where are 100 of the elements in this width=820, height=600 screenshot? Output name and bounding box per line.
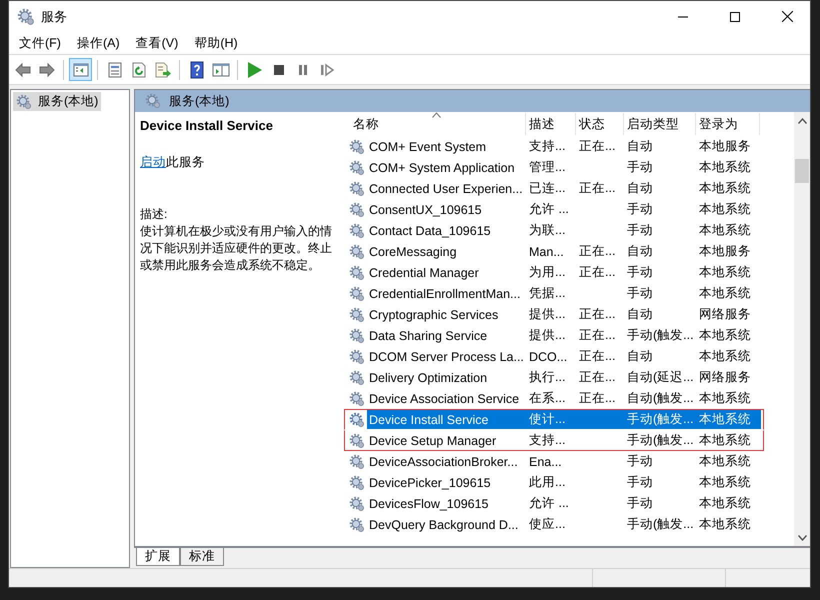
table-cell: Device Install Service <box>369 412 488 426</box>
table-cell: 正在... <box>579 328 616 342</box>
tab[interactable]: 扩展 <box>136 548 180 566</box>
gear-icon <box>145 93 161 109</box>
menu-item[interactable]: 查看(V) <box>128 34 186 52</box>
close-icon <box>782 11 792 22</box>
table-cell: 此用... <box>529 475 566 489</box>
column-header[interactable]: 登录为 <box>696 113 760 135</box>
table-cell: 正在... <box>579 349 616 363</box>
table-cell: 本地系统 <box>699 454 751 468</box>
console-tree-button[interactable] <box>69 58 92 81</box>
table-row[interactable]: COM+ System Application 管理... 手动 本地系统 <box>367 158 761 177</box>
table-cell: Device Association Service <box>369 392 520 406</box>
table-cell: DeviceAssociationBroker... <box>369 454 518 468</box>
table-cell: 本地系统 <box>699 496 751 510</box>
table-row[interactable]: CredentialEnrollmentMan... 凭据... 手动 本地系统 <box>367 284 761 303</box>
table-cell: Credential Manager <box>369 266 479 280</box>
table-cell: 自动 <box>627 349 653 363</box>
table-cell: 手动 <box>627 223 653 237</box>
table-cell: 支持... <box>529 433 566 447</box>
table-cell: COM+ Event System <box>369 140 486 154</box>
table-cell: 正在... <box>579 370 616 384</box>
table-cell: 在系... <box>529 391 566 405</box>
table-cell: 执行... <box>529 370 566 384</box>
gear-icon <box>16 94 32 110</box>
table-row[interactable]: Credential Manager 为用... 正在... 手动 本地系统 <box>367 263 761 282</box>
table-row[interactable]: Cryptographic Services 提供... 正在... 自动 网络服务 <box>367 305 761 324</box>
table-cell: 凭据... <box>529 286 566 300</box>
table-row[interactable]: Device Setup Manager 支持... 手动(触发... 本地系统 <box>367 431 761 450</box>
table-cell: Cryptographic Services <box>369 308 498 322</box>
table-row[interactable]: Device Association Service 在系... 正在... 自动(触发... 本地系统 <box>367 389 761 408</box>
table-cell: 自动 <box>627 139 653 153</box>
table-cell: 本地系统 <box>699 412 751 426</box>
gear-icon <box>349 306 365 322</box>
refresh-icon <box>130 60 148 78</box>
table-row[interactable]: Connected User Experien... 已连... 正在... 自动 本地系统 <box>367 179 761 198</box>
table-cell: 使应... <box>529 517 566 531</box>
table-cell: 本地系统 <box>699 517 751 531</box>
table-cell: ConsentUX_109615 <box>369 202 482 216</box>
right-arrow-icon <box>38 60 56 78</box>
table-row[interactable]: ConsentUX_109615 允许 ... 手动 本地系统 <box>367 200 761 219</box>
table-row[interactable]: DevQuery Background D... 使应... 手动(触发... 本地系统 <box>367 515 761 534</box>
table-cell: 手动(触发... <box>627 517 694 531</box>
table-cell: CredentialEnrollmentMan... <box>369 286 520 300</box>
tab[interactable]: 标准 <box>180 548 224 566</box>
table-cell: 手动 <box>627 265 653 279</box>
menu-item[interactable]: 帮助(H) <box>186 34 246 52</box>
window-icon <box>212 60 230 78</box>
column-header[interactable]: 状态 <box>576 113 624 135</box>
table-cell: 自动(触发... <box>627 391 694 405</box>
menu-item[interactable]: 操作(A) <box>68 34 128 52</box>
table-cell: Connected User Experien... <box>369 182 523 196</box>
action-text: 此服务 <box>166 155 205 169</box>
help-icon <box>188 60 206 78</box>
gear-icon <box>349 264 365 280</box>
tree-item[interactable]: 服务(本地) <box>13 92 102 111</box>
start-link[interactable]: 启动 <box>140 155 166 169</box>
description-text: 使计算机在极少或没有用户输入的情况下能识别并适应硬件的更改。终止或禁用此服务会造成系统不稳定。 <box>140 223 333 274</box>
table-cell: 支持... <box>529 139 566 153</box>
table-cell: 本地系统 <box>699 265 751 279</box>
table-cell: 手动 <box>627 454 653 468</box>
left-arrow-icon <box>14 60 32 78</box>
table-cell: DCO... <box>529 350 568 364</box>
table-cell: 手动(触发... <box>627 433 694 447</box>
table-row[interactable]: DeviceAssociationBroker... Ena... 手动 本地系统 <box>367 452 761 471</box>
column-header[interactable]: 启动类型 <box>624 113 696 135</box>
menu-item[interactable]: 文件(F) <box>11 34 69 52</box>
table-row[interactable]: Data Sharing Service 提供... 正在... 手动(触发... 本地系统 <box>367 326 761 345</box>
table-cell: 自动 <box>627 307 653 321</box>
table-cell: DCOM Server Process La... <box>369 350 524 364</box>
table-cell: 自动 <box>627 244 653 258</box>
gear-icon <box>17 8 35 26</box>
table-cell: 网络服务 <box>699 307 751 321</box>
table-cell: 本地系统 <box>699 475 751 489</box>
table-row[interactable]: DCOM Server Process La... DCO... 正在... 自动 本地系统 <box>367 347 761 366</box>
gear-icon <box>349 348 365 364</box>
gear-icon <box>349 202 365 218</box>
table-cell: 正在... <box>579 181 616 195</box>
gear-icon <box>349 370 365 386</box>
column-header[interactable]: 名称 <box>350 113 526 135</box>
gear-icon <box>349 286 365 302</box>
description-label: 描述: <box>140 206 168 223</box>
table-cell: Man... <box>529 244 564 258</box>
table-cell: 使计... <box>529 412 566 426</box>
table-cell: 手动 <box>627 202 653 216</box>
table-row[interactable]: Delivery Optimization 执行... 正在... 自动(延迟... 网络服务 <box>367 368 761 387</box>
table-cell: 手动 <box>627 286 653 300</box>
table-row[interactable]: CoreMessaging Man... 正在... 自动 本地服务 <box>367 242 761 261</box>
column-header[interactable]: 描述 <box>526 113 576 135</box>
table-row[interactable]: Device Install Service 使计... 手动(触发... 本地系统 <box>367 410 761 429</box>
scroll-thumb[interactable] <box>795 159 809 183</box>
table-cell: 本地系统 <box>699 223 751 237</box>
table-cell: 本地系统 <box>699 160 751 174</box>
table-cell: DevicesFlow_109615 <box>369 496 489 510</box>
table-row[interactable]: Contact Data_109615 为联... 手动 本地系统 <box>367 221 761 240</box>
table-cell: 为联... <box>529 223 566 237</box>
table-cell: 正在... <box>579 307 616 321</box>
table-row[interactable]: DevicesFlow_109615 允许 ... 手动 本地系统 <box>367 494 761 513</box>
table-row[interactable]: COM+ Event System 支持... 正在... 自动 本地服务 <box>367 137 761 156</box>
table-row[interactable]: DevicePicker_109615 此用... 手动 本地系统 <box>367 473 761 492</box>
